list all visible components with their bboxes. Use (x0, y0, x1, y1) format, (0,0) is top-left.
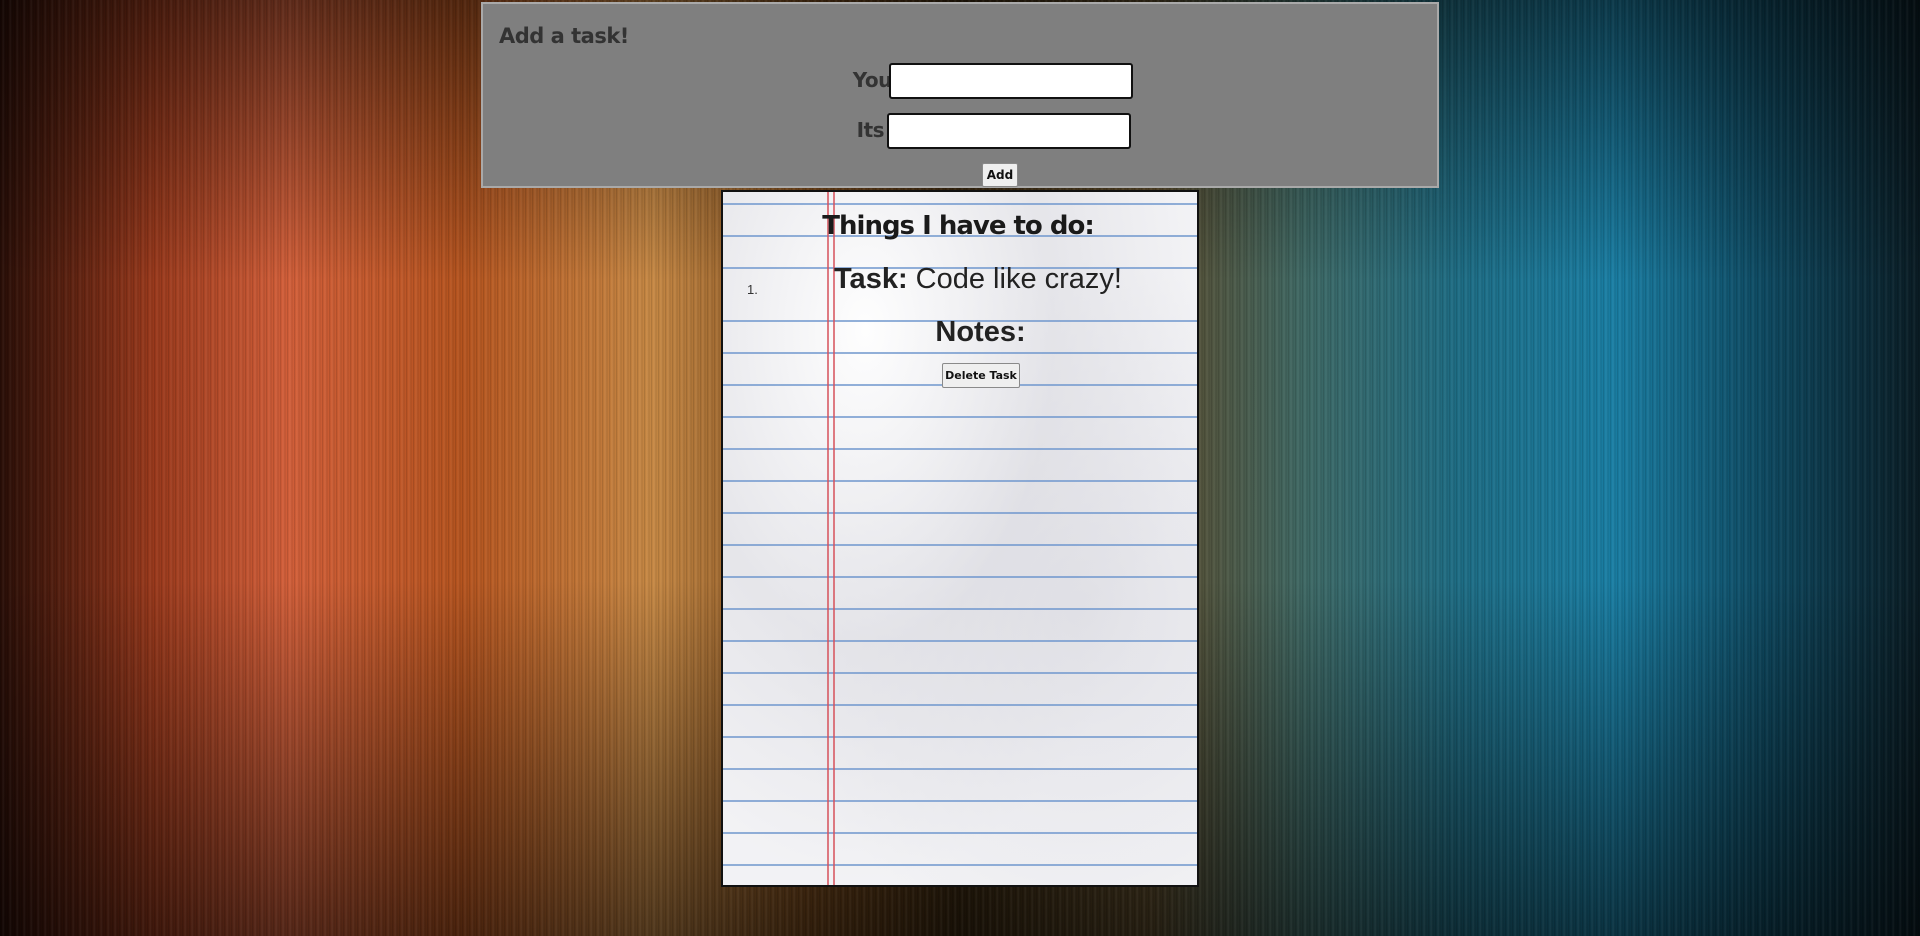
add-task-heading: Add a task! (499, 24, 629, 48)
notes-input[interactable] (887, 113, 1131, 149)
add-button[interactable]: Add (982, 163, 1018, 187)
task-label: Task: (834, 263, 908, 295)
task-text: Code like crazy! (915, 263, 1122, 295)
list-item-number: 1. (747, 282, 758, 297)
notes-label: Notes: (935, 316, 1026, 348)
todo-notepad: Things I have to do: 1. Task: Code like … (721, 190, 1199, 887)
task-line: Task: Code like crazy! (834, 263, 1122, 296)
todo-list-title: Things I have to do: (822, 211, 1094, 241)
add-task-panel: Add a task! Your Task: Its Notes: Add (481, 2, 1439, 188)
delete-task-button[interactable]: Delete Task (942, 363, 1020, 388)
task-input[interactable] (889, 63, 1133, 99)
